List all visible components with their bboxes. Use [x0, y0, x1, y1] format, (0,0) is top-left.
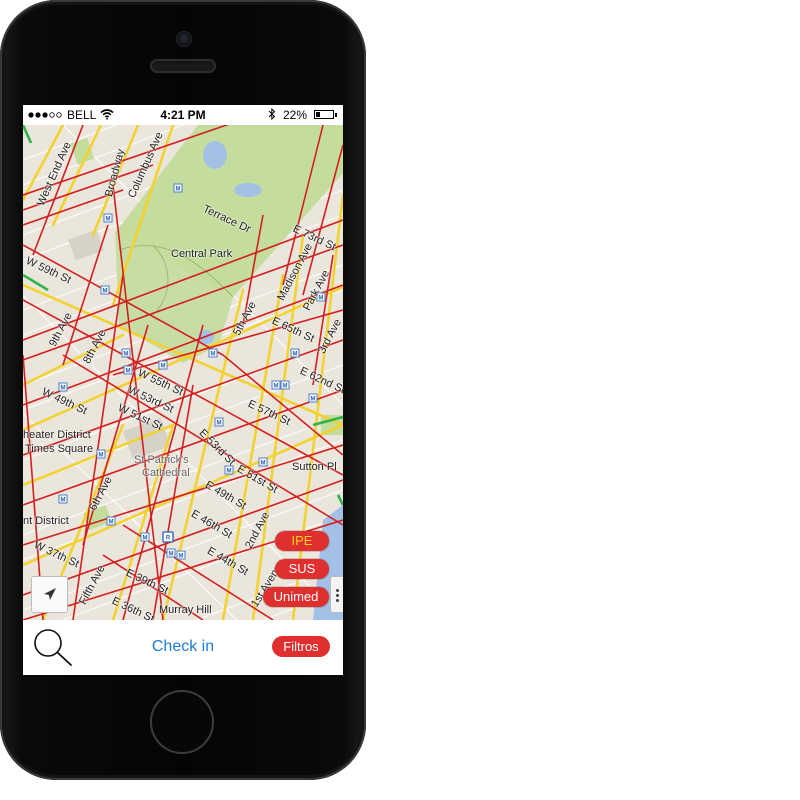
svg-text:M: M	[176, 187, 181, 193]
svg-text:M: M	[261, 461, 266, 467]
battery-level	[316, 112, 320, 117]
location-arrow-icon	[44, 588, 56, 600]
svg-text:M: M	[311, 397, 316, 403]
svg-text:M: M	[126, 369, 131, 375]
label-times-square: Times Square	[25, 443, 94, 455]
battery-tip	[335, 113, 337, 117]
bluetooth-icon	[268, 108, 276, 120]
svg-text:M: M	[124, 352, 129, 358]
filtros-button[interactable]: Filtros	[272, 636, 330, 657]
svg-text:M: M	[143, 536, 148, 542]
svg-text:M: M	[161, 364, 166, 370]
status-bar: BELL 4:21 PM 22%	[23, 105, 343, 125]
search-icon[interactable]	[31, 627, 75, 669]
svg-text:M: M	[61, 386, 66, 392]
phone-frame: BELL 4:21 PM 22% M M M M M M M M M M M M…	[0, 0, 366, 780]
app-screen: BELL 4:21 PM 22% M M M M M M M M M M M M…	[23, 105, 343, 675]
filter-unimed-button[interactable]: Unimed	[263, 587, 329, 607]
earpiece-speaker	[150, 59, 216, 73]
filter-ipe-button[interactable]: IPE	[275, 531, 329, 551]
locate-me-button[interactable]	[31, 576, 68, 613]
svg-text:M: M	[274, 384, 279, 390]
handle-dot	[336, 594, 339, 597]
svg-text:M: M	[61, 498, 66, 504]
bottom-toolbar: Check in Filtros	[23, 620, 343, 675]
svg-text:M: M	[169, 552, 174, 558]
label-murray-hill: Murray Hill	[159, 604, 212, 616]
svg-text:M: M	[283, 384, 288, 390]
front-camera	[176, 31, 192, 47]
label-garment-district: nt District	[23, 515, 69, 527]
label-theater-district: heater District	[23, 429, 91, 441]
battery-icon	[314, 110, 334, 119]
svg-text:M: M	[211, 352, 216, 358]
handle-dot	[336, 599, 339, 602]
svg-text:M: M	[217, 421, 222, 427]
label-st-patricks: St Patrick's	[134, 454, 189, 466]
svg-text:M: M	[103, 289, 108, 295]
check-in-button[interactable]: Check in	[123, 638, 243, 656]
map-view[interactable]: M M M M M M M M M M M M M M M M M M M M …	[23, 125, 343, 620]
label-cathedral: Cathedral	[142, 467, 190, 479]
svg-text:M: M	[106, 217, 111, 223]
svg-text:M: M	[179, 554, 184, 560]
svg-text:M: M	[227, 469, 232, 475]
svg-text:M: M	[99, 453, 104, 459]
battery-percentage: 22%	[283, 108, 308, 122]
filter-sus-button[interactable]: SUS	[275, 559, 329, 579]
side-menu-handle[interactable]	[330, 576, 343, 613]
svg-text:M: M	[109, 520, 114, 526]
svg-text:M: M	[293, 352, 298, 358]
label-central-park: Central Park	[171, 248, 233, 260]
label-sutton-pl: Sutton Pl	[292, 461, 337, 473]
svg-text:R: R	[166, 536, 171, 542]
home-button[interactable]	[150, 690, 214, 754]
handle-dot	[336, 589, 339, 592]
